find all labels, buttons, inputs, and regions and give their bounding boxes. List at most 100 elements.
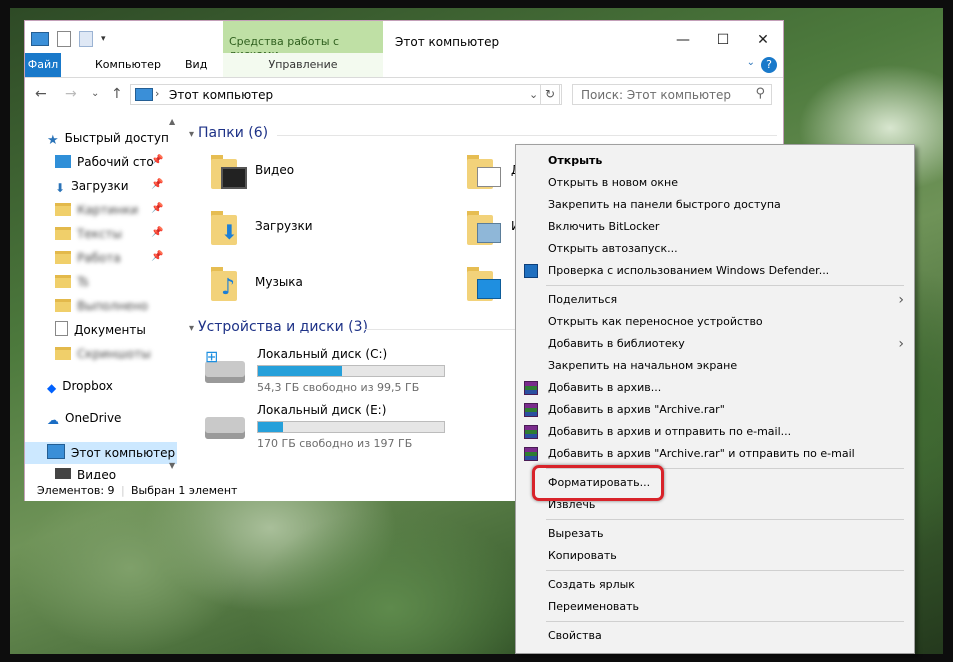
recent-locations-button[interactable]: ⌄ <box>91 88 99 99</box>
menu-item-properties[interactable]: Свойства <box>516 625 914 647</box>
submenu-arrow-icon: › <box>898 336 904 352</box>
ribbon-expand-icon[interactable]: ⌄ <box>747 57 755 68</box>
drive-usage-fill <box>258 422 284 432</box>
submenu-arrow-icon: › <box>898 292 904 308</box>
menu-item-copy[interactable]: Копировать <box>516 545 914 567</box>
search-box[interactable]: Поиск: Этот компьютер ⚲ <box>572 84 772 105</box>
windows-logo-icon: ⊞ <box>205 347 219 366</box>
sidebar-item-ts[interactable]: Ts <box>55 271 89 293</box>
pictures-folder-icon <box>467 209 501 245</box>
address-dropdown-icon[interactable]: ⌄ <box>529 88 538 101</box>
sidebar-item-this-pc[interactable]: Этот компьютер <box>47 442 175 464</box>
folders-group-header[interactable]: ▾ Папки (6) <box>189 125 268 141</box>
up-button[interactable]: ↑ <box>111 86 123 102</box>
menu-item-rename[interactable]: Переименовать <box>516 596 914 618</box>
back-button[interactable]: ← <box>35 86 47 102</box>
sidebar-item-documents[interactable]: Документы <box>55 319 146 341</box>
window-title: Этот компьютер <box>395 35 500 49</box>
address-bar[interactable]: › Этот компьютер ⌄ <box>130 84 562 105</box>
menu-item-share[interactable]: Поделиться › <box>516 289 914 311</box>
drive-tools-group: Средства работы с дисками <box>223 21 383 61</box>
properties-icon[interactable] <box>57 31 71 47</box>
pin-icon[interactable]: 📌 <box>151 251 163 262</box>
menu-item-autoplay[interactable]: Открыть автозапуск... <box>516 238 914 260</box>
winrar-icon <box>524 403 538 417</box>
sidebar-item-onedrive[interactable]: ☁ OneDrive <box>47 407 121 429</box>
item-count: Элементов: 9 <box>37 484 115 497</box>
tab-view[interactable]: Вид <box>175 53 217 77</box>
menu-item-archive-rar-email[interactable]: Добавить в архив "Archive.rar" и отправи… <box>516 443 914 465</box>
close-button[interactable]: ✕ <box>743 29 783 51</box>
documents-folder-icon <box>467 153 501 189</box>
menu-item-bitlocker[interactable]: Включить BitLocker <box>516 216 914 238</box>
folder-item-music[interactable]: ♪ Музыка <box>185 259 435 309</box>
download-icon: ⬇ <box>55 181 66 195</box>
drive-usage-bar <box>257 365 445 377</box>
folder-icon <box>55 299 71 312</box>
folder-icon <box>55 227 71 240</box>
sidebar-item-downloads[interactable]: ⬇ Загрузки <box>55 175 129 197</box>
search-icon[interactable]: ⚲ <box>755 86 765 101</box>
onedrive-icon: ☁ <box>47 413 59 427</box>
address-text: Этот компьютер <box>169 88 274 102</box>
menu-separator <box>546 285 904 286</box>
forward-button[interactable]: → <box>65 86 77 102</box>
minimize-button[interactable]: — <box>663 29 703 51</box>
menu-item-open[interactable]: Открыть <box>516 150 914 172</box>
devices-group-header[interactable]: ▾ Устройства и диски (3) <box>189 319 368 335</box>
group-divider <box>277 135 777 136</box>
folder-item-downloads[interactable]: ⬇ Загрузки <box>185 203 435 253</box>
drive-item-e[interactable]: Локальный диск (E:) 170 ГБ свободно из 1… <box>185 399 445 455</box>
tab-computer[interactable]: Компьютер <box>85 53 171 77</box>
chevron-right-icon[interactable]: › <box>155 87 159 100</box>
music-folder-icon: ♪ <box>211 265 241 301</box>
format-highlight-ring <box>532 465 664 501</box>
menu-separator <box>546 570 904 571</box>
maximize-button[interactable]: ☐ <box>703 29 743 51</box>
menu-item-windows-defender[interactable]: Проверка с использованием Windows Defend… <box>516 260 914 282</box>
new-folder-icon[interactable] <box>79 31 93 47</box>
help-button[interactable]: ? <box>761 57 777 73</box>
customize-toolbar-icon[interactable]: ▾ <box>101 34 106 44</box>
menu-item-add-to-library[interactable]: Добавить в библиотеку › <box>516 333 914 355</box>
scroll-down-icon[interactable]: ▼ <box>169 461 175 470</box>
sidebar-scrollbar[interactable]: ▲ ▼ <box>169 117 181 479</box>
context-menu: Открыть Открыть в новом окне Закрепить н… <box>515 144 915 654</box>
menu-item-open-new-window[interactable]: Открыть в новом окне <box>516 172 914 194</box>
collapse-icon: ▾ <box>189 129 195 140</box>
menu-item-pin-start[interactable]: Закрепить на начальном экране <box>516 355 914 377</box>
winrar-icon <box>524 381 538 395</box>
sidebar-item-pictures[interactable]: Картинки <box>55 199 138 221</box>
pin-icon[interactable]: 📌 <box>151 227 163 238</box>
folder-icon <box>55 203 71 216</box>
menu-item-pin-quick-access[interactable]: Закрепить на панели быстрого доступа <box>516 194 914 216</box>
title-bar: ▾ Средства работы с дисками Этот компьют… <box>25 21 783 61</box>
sidebar-item-screenshots[interactable]: Скриншоты <box>55 343 151 365</box>
menu-item-create-shortcut[interactable]: Создать ярлык <box>516 574 914 596</box>
desktop-folder-icon <box>467 265 501 301</box>
drive-item-c[interactable]: ⊞ Локальный диск (C:) 54,3 ГБ свободно и… <box>185 343 445 399</box>
folder-item-video[interactable]: Видео <box>185 147 435 197</box>
sidebar-item-done[interactable]: Выполнено <box>55 295 148 317</box>
menu-item-cut[interactable]: Вырезать <box>516 523 914 545</box>
menu-item-archive-email[interactable]: Добавить в архив и отправить по e-mail..… <box>516 421 914 443</box>
sidebar-item-texts[interactable]: Тексты <box>55 223 122 245</box>
menu-item-open-portable[interactable]: Открыть как переносное устройство <box>516 311 914 333</box>
tab-manage[interactable]: Управление <box>223 53 383 77</box>
pin-icon[interactable]: 📌 <box>151 179 163 190</box>
sidebar-item-desktop[interactable]: Рабочий сто <box>55 151 154 173</box>
sidebar-item-work[interactable]: Работа <box>55 247 121 269</box>
menu-item-add-archive-rar[interactable]: Добавить в архив "Archive.rar" <box>516 399 914 421</box>
sidebar-item-quick-access[interactable]: ★ Быстрый доступ <box>47 127 169 149</box>
sidebar-item-dropbox[interactable]: ◆ Dropbox <box>47 375 113 397</box>
pin-icon[interactable]: 📌 <box>151 155 163 166</box>
scroll-up-icon[interactable]: ▲ <box>169 117 175 126</box>
sidebar-item-video[interactable]: Видео <box>55 464 116 479</box>
navigation-bar: ← → ⌄ ↑ › Этот компьютер ⌄ ↻ Поиск: Этот… <box>25 79 783 111</box>
menu-item-add-archive[interactable]: Добавить в архив... <box>516 377 914 399</box>
pin-icon[interactable]: 📌 <box>151 203 163 214</box>
refresh-button[interactable]: ↻ <box>540 84 560 105</box>
tab-file[interactable]: Файл <box>25 53 61 77</box>
computer-icon[interactable] <box>31 32 49 46</box>
star-icon: ★ <box>47 133 59 148</box>
